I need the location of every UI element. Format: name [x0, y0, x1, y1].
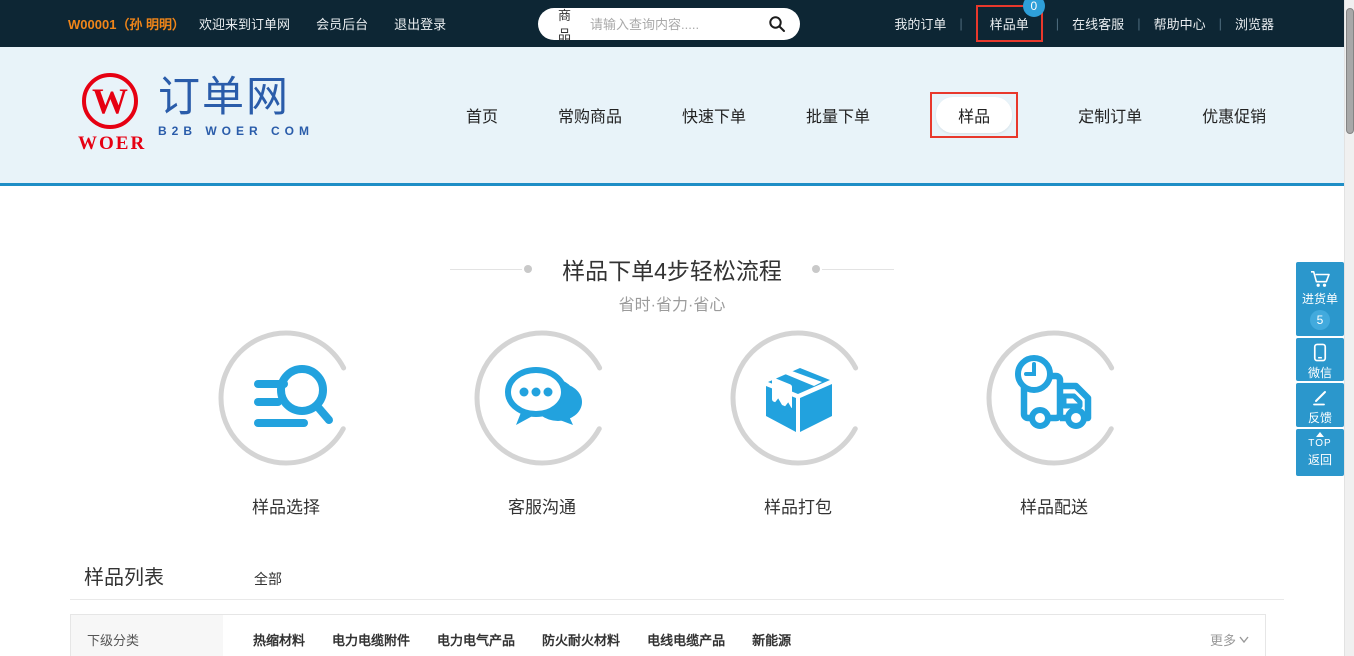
title-decoration-left-line	[450, 269, 522, 270]
hero-subtitle: 省时·省力·省心	[0, 291, 1344, 315]
sample-order-link[interactable]: 样品单	[990, 17, 1029, 32]
top-word: TOP	[1308, 438, 1331, 449]
scrollbar-thumb[interactable]	[1346, 8, 1354, 134]
hero-title-row: 样品下单4步轻松流程	[0, 252, 1344, 286]
step-customer-service[interactable]: 客服沟通	[414, 330, 670, 518]
title-decoration-right-line	[822, 269, 894, 270]
category-links: 热缩材料 电力电缆附件 电力电气产品 防火耐火材料 电线电缆产品 新能源	[253, 615, 791, 656]
menu-separator: |	[1056, 16, 1059, 31]
back-to-top-button[interactable]: TOP 返回	[1296, 429, 1344, 476]
step-label: 样品配送	[926, 493, 1182, 518]
sample-list-head: 样品列表 全部	[84, 561, 282, 590]
search-input[interactable]	[590, 17, 766, 32]
chevron-down-icon	[1239, 636, 1249, 643]
nav-sample[interactable]: 样品	[936, 97, 1012, 133]
site-title-block: 订单网 B2B WOER COM	[158, 73, 314, 155]
woer-logo-mark: W WOER	[78, 73, 142, 155]
category-fireproof-materials[interactable]: 防火耐火材料	[542, 630, 620, 656]
list-divider	[70, 599, 1284, 600]
purchase-list-label: 进货单	[1302, 290, 1338, 307]
cart-icon	[1309, 270, 1331, 288]
purchase-list-badge: 5	[1310, 310, 1330, 330]
search-list-icon	[218, 330, 354, 466]
logo-letter: W	[92, 83, 128, 119]
nav-bulk-order[interactable]: 批量下单	[806, 103, 870, 127]
page: W00001（孙 明明） 欢迎来到订单网 会员后台 退出登录 商品 我的订单 |…	[0, 0, 1354, 656]
more-label: 更多	[1210, 630, 1236, 649]
step-label: 客服沟通	[414, 493, 670, 518]
browser-link[interactable]: 浏览器	[1235, 14, 1274, 33]
delivery-truck-icon	[986, 330, 1122, 466]
sample-list-title: 样品列表	[84, 561, 164, 590]
category-heat-shrink[interactable]: 热缩材料	[253, 630, 305, 656]
welcome-text: 欢迎来到订单网	[199, 14, 290, 33]
menu-separator: |	[1219, 16, 1222, 31]
filter-label: 下级分类	[71, 615, 223, 656]
nav-promotions[interactable]: 优惠促销	[1202, 103, 1266, 127]
category-power-cable-accessories[interactable]: 电力电缆附件	[332, 630, 410, 656]
pencil-icon	[1311, 389, 1329, 407]
menu-separator: |	[1137, 16, 1140, 31]
category-wire-cable-products[interactable]: 电线电缆产品	[647, 630, 725, 656]
wechat-button[interactable]: 微信	[1296, 338, 1344, 381]
process-steps: 样品选择 客服沟通	[158, 330, 1182, 518]
my-orders-link[interactable]: 我的订单	[894, 14, 946, 33]
step-label: 样品打包	[670, 493, 926, 518]
hero-title: 样品下单4步轻松流程	[562, 252, 782, 286]
woer-logo-circle-icon: W	[82, 73, 138, 129]
online-service-link[interactable]: 在线客服	[1072, 14, 1124, 33]
phone-icon	[1313, 343, 1327, 362]
site-header: W WOER 订单网 B2B WOER COM 首页 常购商品 快速下单 批量下…	[0, 47, 1344, 186]
search-icon	[768, 15, 786, 33]
wechat-label: 微信	[1308, 364, 1332, 381]
category-electric-products[interactable]: 电力电气产品	[437, 630, 515, 656]
search-category-label[interactable]: 商品	[558, 5, 574, 43]
step-sample-packing[interactable]: 样品打包	[670, 330, 926, 518]
step-sample-selection[interactable]: 样品选择	[158, 330, 414, 518]
sample-order-badge: 0	[1023, 0, 1045, 17]
nav-frequent-goods[interactable]: 常购商品	[558, 103, 622, 127]
category-new-energy[interactable]: 新能源	[752, 630, 791, 656]
feedback-button[interactable]: 反馈	[1296, 383, 1344, 427]
search-button[interactable]	[766, 13, 788, 35]
category-filter-row: 下级分类 热缩材料 电力电缆附件 电力电气产品 防火耐火材料 电线电缆产品 新能…	[70, 614, 1266, 656]
title-decoration-right-dot	[812, 265, 820, 273]
menu-separator: |	[959, 16, 962, 31]
logo-brand-text: WOER	[78, 133, 142, 155]
sample-nav-highlight-box: 样品	[930, 92, 1018, 138]
package-box-icon	[730, 330, 866, 466]
more-categories-button[interactable]: 更多	[1210, 630, 1249, 649]
title-decoration-left-dot	[524, 265, 532, 273]
user-id: W00001（孙 明明）	[68, 14, 185, 33]
feedback-label: 反馈	[1308, 409, 1332, 426]
help-center-link[interactable]: 帮助中心	[1154, 14, 1206, 33]
nav-home[interactable]: 首页	[466, 103, 498, 127]
tab-all[interactable]: 全部	[254, 569, 282, 589]
logout-link[interactable]: 退出登录	[394, 14, 446, 33]
step-label: 样品选择	[158, 493, 414, 518]
site-tagline: B2B WOER COM	[158, 124, 314, 138]
nav-quick-order[interactable]: 快速下单	[682, 103, 746, 127]
site-logo[interactable]: W WOER 订单网 B2B WOER COM	[78, 73, 314, 155]
site-name: 订单网	[158, 73, 314, 121]
member-center-link[interactable]: 会员后台	[316, 14, 368, 33]
topbar-menu: 我的订单 | 样品单 0 | 在线客服 | 帮助中心 | 浏览器	[894, 0, 1274, 47]
step-sample-delivery[interactable]: 样品配送	[926, 330, 1182, 518]
nav-custom-order[interactable]: 定制订单	[1078, 103, 1142, 127]
search-bar: 商品	[538, 8, 800, 40]
up-arrow-icon	[1316, 432, 1324, 437]
vertical-scrollbar[interactable]	[1344, 0, 1354, 656]
topbar: W00001（孙 明明） 欢迎来到订单网 会员后台 退出登录 商品 我的订单 |…	[0, 0, 1354, 47]
sample-order-highlight-box: 样品单 0	[976, 5, 1043, 42]
purchase-list-button[interactable]: 进货单 5	[1296, 262, 1344, 336]
chat-icon	[474, 330, 610, 466]
back-label: 返回	[1308, 451, 1332, 468]
main-nav: 首页 常购商品 快速下单 批量下单 样品 定制订单 优惠促销	[466, 47, 1266, 183]
